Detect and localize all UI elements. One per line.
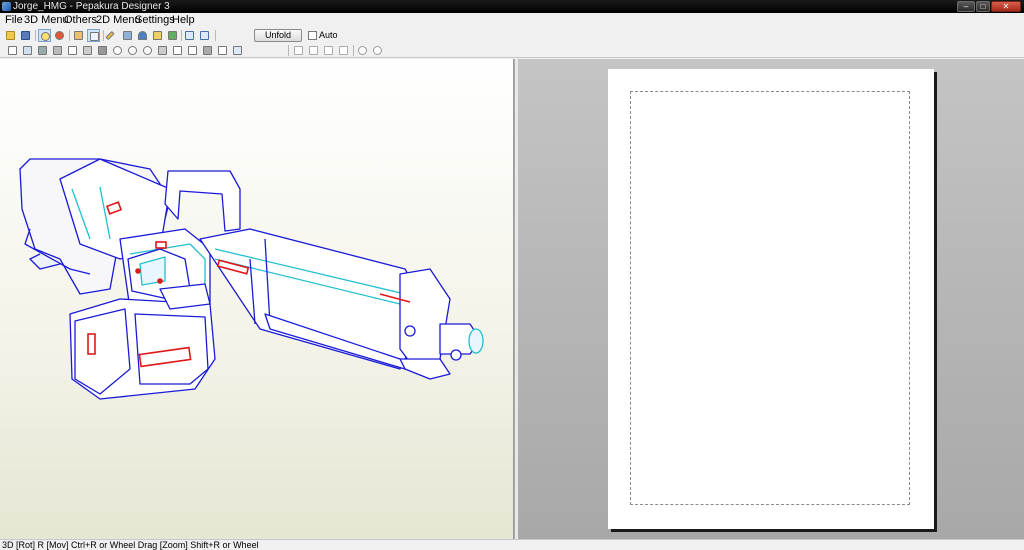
join-icon[interactable] — [81, 44, 94, 57]
light-icon[interactable] — [38, 29, 51, 42]
unfold-model-icon[interactable] — [72, 29, 85, 42]
undo-icon[interactable] — [126, 44, 139, 57]
open-icon[interactable] — [4, 29, 17, 42]
menu-bar: File 3D Menu Others 2D Menu Settings Hel… — [0, 13, 1024, 28]
fit-icon[interactable] — [201, 44, 214, 57]
print-icon[interactable] — [6, 44, 19, 57]
align-right-icon[interactable] — [322, 44, 335, 57]
close-button[interactable]: ✕ — [991, 1, 1021, 12]
print-margin — [630, 91, 910, 505]
texture-icon[interactable] — [53, 29, 66, 42]
lock-icon[interactable] — [166, 29, 179, 42]
paper-page — [608, 69, 934, 529]
pencil-icon[interactable] — [105, 29, 119, 42]
align-middle-icon[interactable] — [337, 44, 350, 57]
zoom-out-icon[interactable] — [371, 44, 384, 57]
app-icon — [2, 2, 11, 11]
align-center-icon[interactable] — [307, 44, 320, 57]
select-face-icon[interactable] — [87, 29, 100, 42]
window-single-icon[interactable] — [183, 29, 196, 42]
3d-view[interactable] — [0, 59, 514, 539]
redo-icon[interactable] — [141, 44, 154, 57]
layout-icon[interactable] — [186, 44, 199, 57]
zoom-in-icon[interactable] — [356, 44, 369, 57]
window-title: Jorge_HMG - Pepakura Designer 3 — [13, 1, 170, 12]
title-bar: Jorge_HMG - Pepakura Designer 3 – □ ✕ — [0, 0, 1024, 13]
save-icon[interactable] — [19, 29, 32, 42]
window-split-icon[interactable] — [198, 29, 211, 42]
anchor-icon[interactable] — [136, 29, 149, 42]
part-icon[interactable] — [156, 44, 169, 57]
auto-label: Auto — [319, 30, 338, 40]
edit-toolbar — [0, 43, 1024, 58]
page-icon[interactable] — [66, 44, 79, 57]
main-toolbar: Unfold Auto — [0, 28, 1024, 43]
unfold-button[interactable]: Unfold — [254, 29, 302, 42]
zoom-icon[interactable] — [111, 44, 124, 57]
menu-help[interactable]: Help — [169, 13, 198, 28]
status-bar: 3D [Rot] R [Mov] Ctrl+R or Wheel Drag [Z… — [0, 539, 1024, 550]
minimize-button[interactable]: – — [957, 1, 975, 12]
hmg-model-wireframe — [19, 158, 484, 400]
window-icon[interactable] — [231, 44, 244, 57]
flaps-icon[interactable] — [51, 44, 64, 57]
cube-icon[interactable] — [121, 29, 134, 42]
grid-icon[interactable] — [216, 44, 229, 57]
image-icon[interactable] — [36, 44, 49, 57]
rotate-icon[interactable] — [96, 44, 109, 57]
2d-pattern-view[interactable] — [518, 59, 1024, 539]
status-text: 3D [Rot] R [Mov] Ctrl+R or Wheel Drag [Z… — [2, 540, 259, 550]
scale-icon[interactable] — [171, 44, 184, 57]
maximize-button[interactable]: □ — [976, 1, 990, 12]
auto-checkbox[interactable] — [308, 31, 317, 40]
flap-icon[interactable] — [151, 29, 164, 42]
edit-edge-icon[interactable] — [21, 44, 34, 57]
align-left-icon[interactable] — [292, 44, 305, 57]
